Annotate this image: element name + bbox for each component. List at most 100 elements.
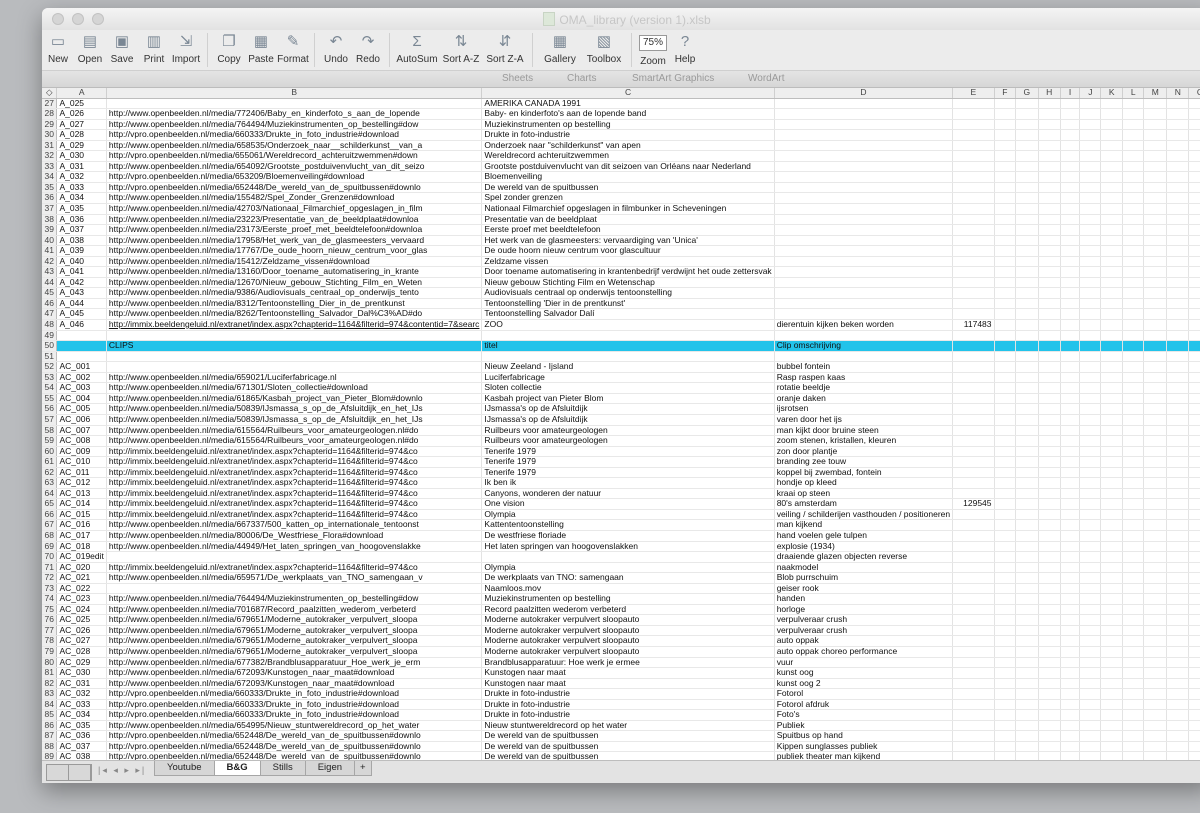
empty-cell[interactable] — [1166, 287, 1190, 299]
empty-cell[interactable] — [1038, 119, 1061, 131]
empty-cell[interactable] — [1060, 467, 1081, 479]
cell-url[interactable]: http://www.openbeelden.nl/media/672093/K… — [106, 667, 483, 679]
row-header[interactable]: 60 — [42, 446, 58, 458]
cell-number[interactable] — [952, 182, 995, 194]
cell-number[interactable] — [952, 446, 995, 458]
empty-cell[interactable] — [994, 266, 1017, 278]
empty-cell[interactable] — [1143, 382, 1168, 394]
empty-cell[interactable] — [1143, 150, 1168, 162]
empty-cell[interactable] — [1143, 330, 1168, 342]
empty-cell[interactable] — [1143, 214, 1168, 226]
empty-cell[interactable] — [1122, 699, 1145, 711]
empty-cell[interactable] — [1100, 245, 1124, 257]
cell-id[interactable]: A_045 — [56, 308, 107, 321]
empty-cell[interactable] — [1060, 361, 1081, 373]
empty-cell[interactable] — [1060, 519, 1081, 531]
cell-description[interactable] — [774, 235, 954, 247]
empty-cell[interactable] — [1079, 319, 1102, 331]
empty-cell[interactable] — [994, 308, 1017, 321]
cell-description[interactable]: Blob purrschuim — [774, 572, 954, 584]
empty-cell[interactable] — [1015, 119, 1039, 131]
empty-cell[interactable] — [1015, 140, 1039, 152]
empty-cell[interactable] — [1038, 224, 1061, 236]
empty-cell[interactable] — [1143, 720, 1168, 732]
empty-cell[interactable] — [994, 245, 1017, 257]
empty-cell[interactable] — [1060, 699, 1081, 711]
empty-cell[interactable] — [1060, 287, 1081, 299]
empty-cell[interactable] — [1079, 414, 1102, 426]
empty-cell[interactable] — [1015, 319, 1039, 331]
empty-cell[interactable] — [1143, 266, 1168, 278]
cell-url[interactable]: http://www.openbeelden.nl/media/679651/M… — [106, 614, 483, 626]
empty-cell[interactable] — [1079, 562, 1102, 574]
cell-id[interactable]: AC_004 — [56, 393, 107, 405]
empty-cell[interactable] — [1166, 446, 1190, 458]
cell-title[interactable]: Drukte in foto-industrie — [481, 688, 775, 700]
cell-description[interactable]: Publiek — [774, 720, 954, 732]
empty-cell[interactable] — [1143, 361, 1168, 373]
empty-cell[interactable] — [1015, 192, 1039, 204]
empty-cell[interactable] — [1100, 741, 1124, 753]
empty-cell[interactable] — [1188, 530, 1200, 542]
cell-id[interactable]: A_038 — [56, 235, 107, 247]
row-header[interactable]: 47 — [42, 308, 58, 321]
empty-cell[interactable] — [994, 425, 1017, 437]
empty-cell[interactable] — [1060, 614, 1081, 626]
empty-cell[interactable] — [1100, 192, 1124, 204]
cell-description[interactable]: ijsrotsen — [774, 403, 954, 415]
empty-cell[interactable] — [1122, 530, 1145, 542]
empty-cell[interactable] — [1038, 614, 1061, 626]
import-button[interactable]: ⇲ Import — [170, 30, 202, 65]
empty-cell[interactable] — [1060, 425, 1081, 437]
cell-url[interactable]: http://vpro.openbeelden.nl/media/652448/… — [106, 182, 483, 194]
empty-cell[interactable] — [1015, 351, 1039, 363]
row-header[interactable]: 29 — [42, 119, 58, 131]
row-header[interactable]: 86 — [42, 720, 58, 732]
cell-title[interactable]: Moderne autokraker verpulvert sloopauto — [481, 625, 775, 637]
empty-cell[interactable] — [1100, 435, 1124, 447]
empty-cell[interactable] — [1038, 192, 1061, 204]
empty-cell[interactable] — [1015, 235, 1039, 247]
new-button[interactable]: ▭ New — [42, 30, 74, 65]
cell-description[interactable] — [774, 129, 954, 141]
empty-cell[interactable] — [1143, 140, 1168, 152]
empty-cell[interactable] — [1015, 150, 1039, 162]
cell-description[interactable] — [774, 214, 954, 226]
empty-cell[interactable] — [1015, 393, 1039, 405]
cell-description[interactable]: naakmodel — [774, 562, 954, 574]
page-layout-view-button[interactable] — [69, 765, 91, 780]
empty-cell[interactable] — [1015, 330, 1039, 342]
cell-id[interactable]: A_027 — [56, 119, 107, 131]
cell-number[interactable] — [952, 214, 995, 226]
empty-cell[interactable] — [1100, 393, 1124, 405]
empty-cell[interactable] — [1188, 403, 1200, 415]
empty-cell[interactable] — [1143, 741, 1168, 753]
empty-cell[interactable] — [1038, 435, 1061, 447]
empty-cell[interactable] — [1188, 393, 1200, 405]
empty-cell[interactable] — [1079, 277, 1102, 289]
cell-title[interactable]: Ik ben ik — [481, 477, 775, 489]
empty-cell[interactable] — [1079, 308, 1102, 321]
empty-cell[interactable] — [1188, 562, 1200, 574]
empty-cell[interactable] — [1038, 593, 1061, 605]
cell-number[interactable] — [952, 171, 995, 183]
row-header[interactable]: 40 — [42, 235, 58, 247]
empty-cell[interactable] — [1122, 319, 1145, 331]
empty-cell[interactable] — [1143, 129, 1168, 141]
empty-cell[interactable] — [1060, 593, 1081, 605]
cell-number[interactable] — [952, 192, 995, 204]
empty-cell[interactable] — [1079, 372, 1102, 384]
empty-cell[interactable] — [1122, 467, 1145, 479]
cell-id[interactable]: AC_012 — [56, 477, 107, 489]
empty-cell[interactable] — [1079, 256, 1102, 268]
empty-cell[interactable] — [1079, 361, 1102, 373]
empty-cell[interactable] — [1038, 203, 1061, 215]
cell-id[interactable]: AC_025 — [56, 614, 107, 626]
empty-cell[interactable] — [1100, 720, 1124, 732]
empty-cell[interactable] — [1166, 245, 1190, 257]
empty-cell[interactable] — [1122, 435, 1145, 447]
cell-title[interactable]: Spel zonder grenzen — [481, 192, 775, 204]
empty-cell[interactable] — [994, 541, 1017, 553]
empty-cell[interactable] — [1038, 150, 1061, 162]
cell-id[interactable]: AC_017 — [56, 530, 107, 542]
